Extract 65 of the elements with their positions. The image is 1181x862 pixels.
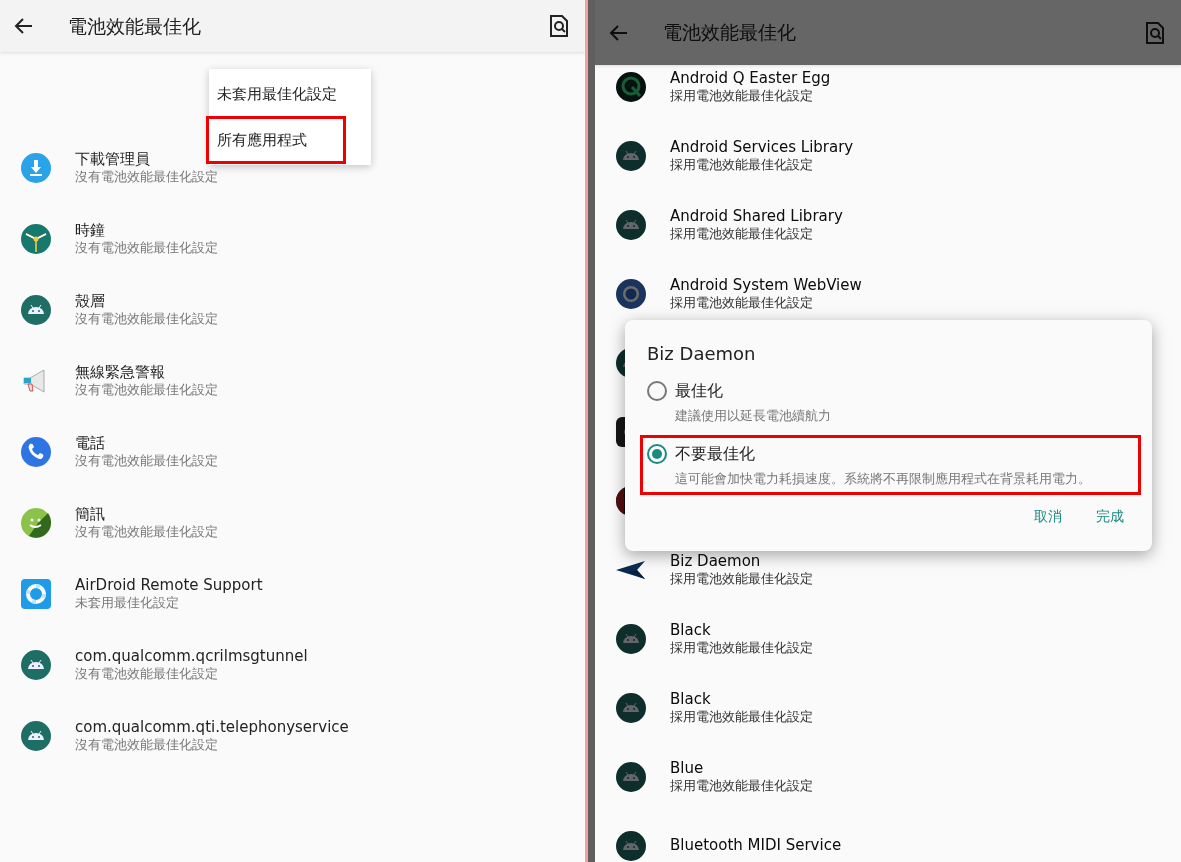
option-label: 最佳化: [675, 380, 723, 402]
dialog-button[interactable]: 完成: [1096, 506, 1124, 527]
app-status: 沒有電池效能最佳化設定: [75, 736, 219, 753]
app-status: 採用電池效能最佳化設定: [670, 639, 813, 656]
app-name: Black: [670, 621, 712, 640]
app-status: 沒有電池效能最佳化設定: [75, 310, 218, 327]
app-status: 採用電池效能最佳化設定: [670, 225, 814, 242]
android-icon: [615, 691, 647, 724]
app-name: Blue: [670, 759, 705, 778]
dialog-button[interactable]: 取消: [1034, 506, 1062, 527]
app-status: 採用電池效能最佳化設定: [670, 777, 813, 794]
app-name: Android System WebView: [670, 276, 862, 295]
q-logo-icon: [615, 70, 647, 103]
lifebuoy-icon: [20, 577, 52, 610]
android-icon: [615, 760, 647, 793]
app-status: 採用電池效能最佳化設定: [670, 570, 813, 587]
app-status: 沒有電池效能最佳化設定: [75, 381, 218, 398]
ring-icon: [615, 277, 647, 310]
app-name: com.qualcomm.qti.telephonyservice: [75, 718, 349, 737]
app-name: 無線緊急警報: [75, 363, 166, 382]
option-description: 建議使用以延長電池續航力: [675, 407, 832, 425]
screen-title: 電池效能最佳化: [68, 13, 202, 39]
app-status: 採用電池效能最佳化設定: [670, 156, 814, 173]
app-status: 未套用最佳化設定: [75, 594, 180, 611]
app-name: 時鐘: [75, 221, 106, 240]
search-button[interactable]: [549, 15, 569, 37]
app-name: com.qualcomm.qcrilmsgtunnel: [75, 647, 308, 666]
app-status: 採用電池效能最佳化設定: [670, 708, 813, 725]
app-name: 簡訊: [75, 505, 106, 524]
app-status: 沒有電池效能最佳化設定: [75, 168, 218, 185]
app-name: 殼層: [75, 292, 106, 311]
chat-bubble-icon: [20, 506, 52, 539]
menu-item[interactable]: 未套用最佳化設定: [217, 74, 337, 114]
radio-button[interactable]: [647, 381, 667, 401]
dialog-title: Biz Daemon: [647, 342, 757, 366]
app-name: Bluetooth MIDI Service: [670, 836, 842, 855]
app-status: 沒有電池效能最佳化設定: [75, 665, 219, 682]
app-name: Android Q Easter Egg: [670, 69, 831, 88]
back-button[interactable]: [14, 16, 34, 36]
app-name: Android Shared Library: [670, 207, 843, 226]
android-icon: [20, 719, 52, 752]
app-status: 沒有電池效能最佳化設定: [75, 523, 218, 540]
android-icon: [615, 139, 647, 172]
android-icon: [20, 293, 52, 326]
app-name: AirDroid Remote Support: [75, 576, 263, 595]
screen-title: 電池效能最佳化: [663, 20, 797, 46]
app-name: Android Services Library: [670, 138, 854, 157]
download-icon: [20, 151, 52, 184]
app-status: 沒有電池效能最佳化設定: [75, 452, 218, 469]
option-label: 不要最佳化: [675, 442, 755, 465]
app-name: 電話: [75, 434, 106, 453]
app-name: Biz Daemon: [670, 552, 762, 571]
android-icon: [20, 648, 52, 681]
app-name: 下載管理員: [75, 150, 151, 169]
app-status: 沒有電池效能最佳化設定: [75, 239, 218, 256]
phone-icon: [20, 435, 52, 468]
clock-icon: [20, 222, 52, 255]
option-description: 這可能會加快電力耗損速度。系統將不再限制應用程式在背景耗用電力。: [675, 469, 1092, 488]
app-status: 採用電池效能最佳化設定: [670, 87, 814, 104]
menu-item[interactable]: 所有應用程式: [209, 118, 343, 162]
android-icon: [615, 622, 647, 655]
android-icon: [615, 208, 647, 241]
app-name: Black: [670, 690, 712, 709]
radio-button[interactable]: [647, 443, 667, 464]
app-status: 採用電池效能最佳化設定: [670, 294, 814, 311]
